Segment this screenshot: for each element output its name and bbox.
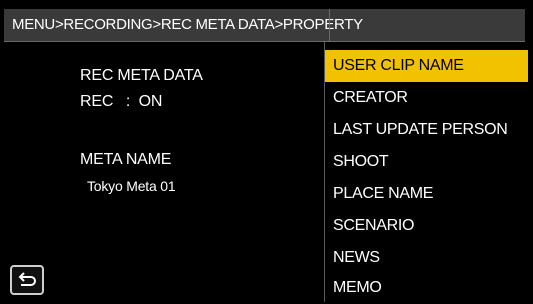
menu-item-place-name[interactable]: PLACE NAME bbox=[325, 178, 528, 210]
menu-item-shoot[interactable]: SHOOT bbox=[325, 146, 528, 178]
breadcrumb: MENU>RECORDING>REC META DATA>PROPERTY bbox=[12, 16, 363, 33]
info-panel: REC META DATA REC : ON META NAME Tokyo M… bbox=[4, 42, 324, 302]
property-menu: USER CLIP NAME CREATOR LAST UPDATE PERSO… bbox=[325, 42, 533, 302]
menu-item-scenario[interactable]: SCENARIO bbox=[325, 210, 528, 242]
rec-status: REC : ON bbox=[80, 93, 163, 110]
menu-item-user-clip-name[interactable]: USER CLIP NAME bbox=[325, 50, 528, 82]
back-button[interactable] bbox=[10, 265, 44, 295]
menu-item-news[interactable]: NEWS bbox=[325, 242, 528, 274]
menu-item-memo[interactable]: MEMO bbox=[325, 272, 528, 304]
menu-item-last-update-person[interactable]: LAST UPDATE PERSON bbox=[325, 114, 528, 146]
camera-menu-screen: MENU>RECORDING>REC META DATA>PROPERTY RE… bbox=[0, 0, 533, 302]
meta-name-value: Tokyo Meta 01 bbox=[87, 178, 176, 194]
breadcrumb-bar: MENU>RECORDING>REC META DATA>PROPERTY bbox=[4, 9, 525, 42]
rec-meta-data-label: REC META DATA bbox=[80, 67, 203, 84]
return-arrow-icon bbox=[18, 272, 36, 286]
meta-name-label: META NAME bbox=[80, 151, 172, 168]
menu-item-creator[interactable]: CREATOR bbox=[325, 82, 528, 114]
header-divider bbox=[329, 9, 330, 42]
